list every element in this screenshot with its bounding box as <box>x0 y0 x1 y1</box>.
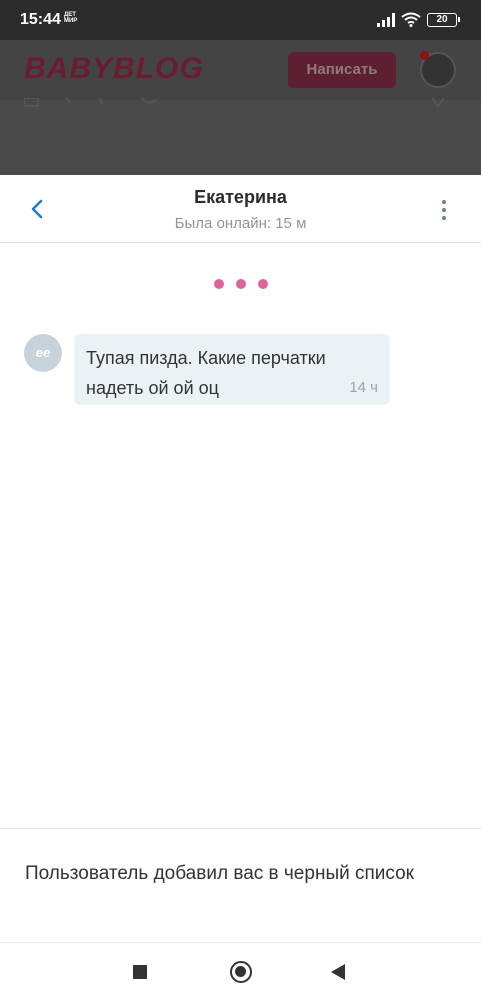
loading-dot <box>213 279 224 289</box>
message-bubble[interactable]: Тупая пизда. Какие перчатки надеть ой ой… <box>74 334 390 405</box>
carrier-icon: ДЕТ МИР <box>64 12 78 24</box>
signal-icon <box>377 12 395 27</box>
status-bar: 15:44 ДЕТ МИР 20 <box>0 0 481 40</box>
more-options-button[interactable] <box>436 197 452 223</box>
home-button[interactable] <box>230 961 252 983</box>
background-site: BABYBLOG Написать <box>0 40 481 175</box>
loading-indicator <box>0 279 481 289</box>
blacklist-notice: Пользователь добавил вас в черный список <box>25 863 414 884</box>
contact-name: Екатерина <box>194 187 287 207</box>
chat-header: Екатерина Была онлайн: 15 м <box>0 175 481 243</box>
message-text: Тупая пизда. Какие перчатки надеть ой ой… <box>86 348 326 398</box>
sender-avatar[interactable]: ее <box>24 334 62 372</box>
loading-dot <box>235 279 246 289</box>
system-nav-bar <box>0 942 481 1000</box>
more-vertical-icon <box>442 200 446 220</box>
message-time: 14 ч <box>349 379 378 396</box>
status-time: 15:44 <box>20 11 61 28</box>
loading-dot <box>257 279 268 289</box>
contact-status: Была онлайн: 15 м <box>174 215 307 232</box>
site-logo: BABYBLOG <box>24 52 204 85</box>
status-icons: 20 <box>377 12 460 27</box>
wifi-icon <box>401 12 421 27</box>
site-toolbar-icons <box>23 97 445 121</box>
write-button: Написать <box>288 52 396 88</box>
blacklist-notice-bar: Пользователь добавил вас в черный список <box>0 828 481 943</box>
notification-dot <box>420 51 429 60</box>
system-back-button[interactable] <box>331 964 345 980</box>
recent-apps-button[interactable] <box>133 965 147 979</box>
site-header: BABYBLOG Написать <box>0 40 481 100</box>
chat-panel: Екатерина Была онлайн: 15 м ее Тупая пиз… <box>0 175 481 1000</box>
battery-icon: 20 <box>427 12 460 27</box>
